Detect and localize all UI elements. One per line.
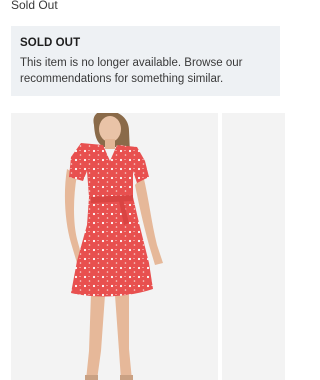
product-image xyxy=(222,113,285,380)
product-image xyxy=(11,113,218,380)
sold-out-status: Sold Out xyxy=(11,0,58,12)
product-card[interactable] xyxy=(222,113,285,380)
notice-title: SOLD OUT xyxy=(20,37,81,49)
product-card[interactable] xyxy=(11,113,218,380)
sold-out-notice: SOLD OUT This item is no longer availabl… xyxy=(11,26,280,96)
recommendations-carousel xyxy=(11,113,285,380)
notice-message: This item is no longer available. Browse… xyxy=(20,57,243,85)
